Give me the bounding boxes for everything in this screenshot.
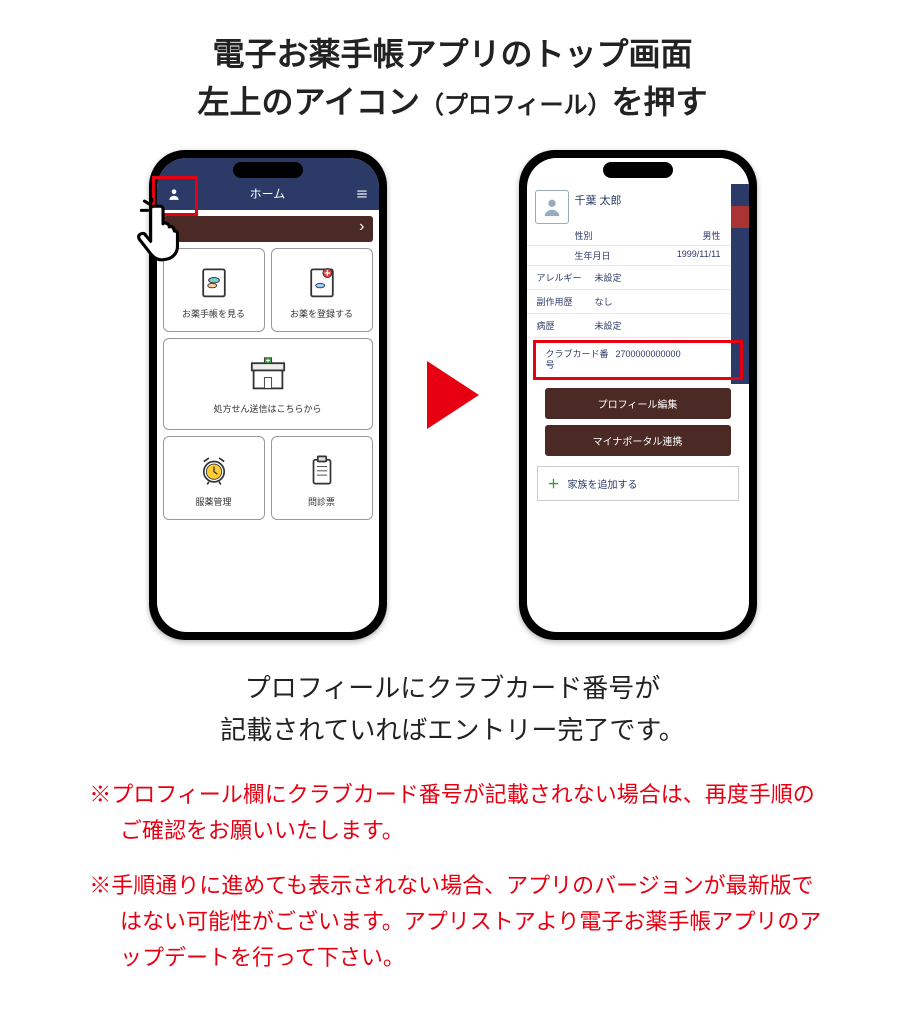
edit-profile-button[interactable]: プロフィール編集 [545, 388, 731, 419]
card-questionnaire[interactable]: 問診票 [271, 436, 373, 520]
pharmacy-icon [248, 356, 288, 396]
card-send-rx[interactable]: 処方せん送信はこちらから [163, 338, 373, 430]
instruction-heading: 電子お薬手帳アプリのトップ画面 左上のアイコン（プロフィール）を押す [20, 30, 885, 126]
arrow-icon [427, 361, 479, 429]
menu-icon[interactable] [355, 187, 369, 204]
row-allergy: アレルギー 未設定 [527, 266, 749, 290]
row-club-card-highlight: クラブカード番号 2700000000000 [533, 340, 743, 380]
avatar-icon [535, 190, 569, 224]
club-card-label: クラブカード番号 [546, 349, 616, 371]
heading-line1: 電子お薬手帳アプリのトップ画面 [20, 30, 885, 78]
note-1: ※プロフィール欄にクラブカード番号が記載されない場合は、再度手順のご確認をお願い… [20, 777, 885, 850]
card-register-med[interactable]: お薬を登録する [271, 248, 373, 332]
row-gender: 性別 男性 [527, 226, 749, 246]
alarm-icon [195, 451, 233, 489]
phone-home: ホーム お薬手帳を見る お薬を登録する [149, 150, 387, 640]
result-caption: プロフィールにクラブカード番号が 記載されていればエントリー完了です。 [20, 668, 885, 751]
heading-line2: 左上のアイコン（プロフィール）を押す [20, 78, 885, 126]
mynaportal-button[interactable]: マイナポータル連携 [545, 425, 731, 456]
add-family-button[interactable]: ＋ 家族を追加する [537, 466, 739, 501]
tap-hand-icon [129, 198, 195, 264]
card-med-manage[interactable]: 服薬管理 [163, 436, 265, 520]
row-history: 病歴 未設定 [527, 314, 749, 338]
clipboard-icon [303, 451, 341, 489]
phone-notch [233, 162, 303, 178]
phone-notch [603, 162, 673, 178]
phone-profile: 千葉 太郎 性別 男性 生年月日 1999/11/11 アレルギー 未設定 副作… [519, 150, 757, 640]
row-dob: 生年月日 1999/11/11 [527, 246, 749, 266]
profile-header: 千葉 太郎 [527, 184, 749, 226]
info-tab-icon [731, 206, 749, 228]
club-card-value: 2700000000000 [616, 349, 730, 371]
note-2: ※手順通りに進めても表示されない場合、アプリのバージョンが最新版ではない可能性が… [20, 868, 885, 977]
phones-row: ホーム お薬手帳を見る お薬を登録する [20, 150, 885, 640]
plus-icon: ＋ [548, 475, 560, 492]
topbar-title: ホーム [181, 185, 355, 204]
medbook-icon [195, 263, 233, 301]
profile-name: 千葉 太郎 [575, 190, 622, 224]
row-sideeffect: 副作用歴 なし [527, 290, 749, 314]
register-icon [303, 263, 341, 301]
